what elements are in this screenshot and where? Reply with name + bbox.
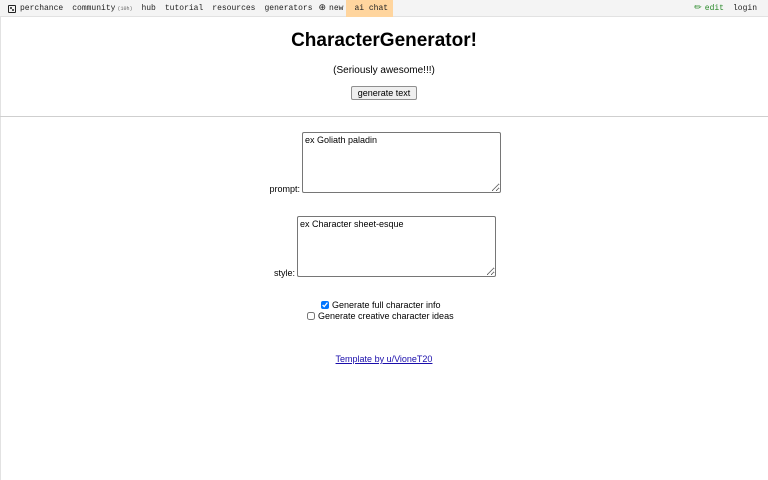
credit-line: Template by u/VioneT20 [0,354,768,364]
nav-hub[interactable]: hub [135,0,158,17]
generate-text-button[interactable]: generate text [351,86,417,100]
nav-resources[interactable]: resources [206,0,258,17]
prompt-label: prompt: [269,184,300,194]
style-label: style: [273,268,295,278]
nav-community[interactable]: community (10h) [66,0,135,17]
nav-generators-label: generators [264,4,313,13]
left-border [0,17,1,480]
full-info-checkbox[interactable] [321,301,329,309]
style-input[interactable]: ex Character sheet-esque [297,216,496,277]
community-badge: (10h) [117,5,133,12]
nav-generators[interactable]: generators [258,0,315,17]
full-info-option[interactable]: Generate full character info [321,300,441,310]
creative-ideas-option[interactable]: Generate creative character ideas [307,311,454,321]
creative-ideas-checkbox[interactable] [307,312,315,320]
pencil-icon: ✏ [694,3,702,13]
nav-resources-label: resources [212,4,256,13]
full-info-label: Generate full character info [332,300,441,310]
nav-tutorial[interactable]: tutorial [159,0,206,17]
nav-community-label: community [72,4,116,13]
creative-ideas-label: Generate creative character ideas [318,311,454,321]
nav-login[interactable]: login [727,0,760,17]
header-divider [0,116,768,117]
nav-ai-chat-label: ai chat [354,4,389,13]
top-navbar: perchance community (10h) hub tutorial r… [0,0,768,17]
page-subtitle: (Seriously awesome!!!) [333,65,435,76]
prompt-input[interactable]: ex Goliath paladin [302,132,501,193]
nav-new[interactable]: ⊕ new [316,0,347,17]
nav-login-label: login [732,4,757,13]
nav-edit-label: edit [704,4,724,13]
nav-hub-label: hub [141,4,156,13]
nav-perchance-label: perchance [20,4,64,13]
nav-new-label: new [329,4,344,13]
dice-icon [8,4,16,13]
page-title: CharacterGenerator! [291,30,477,51]
plus-circle-icon: ⊕ [318,3,327,13]
template-credit-link[interactable]: Template by u/VioneT20 [336,354,433,364]
nav-right: ✏ edit login [691,0,760,17]
nav-left: perchance community (10h) hub tutorial r… [0,0,394,17]
nav-perchance[interactable]: perchance [0,0,66,17]
nav-tutorial-label: tutorial [164,4,204,13]
nav-ai-chat[interactable]: ai chat [346,0,394,17]
nav-edit[interactable]: ✏ edit [691,0,727,17]
